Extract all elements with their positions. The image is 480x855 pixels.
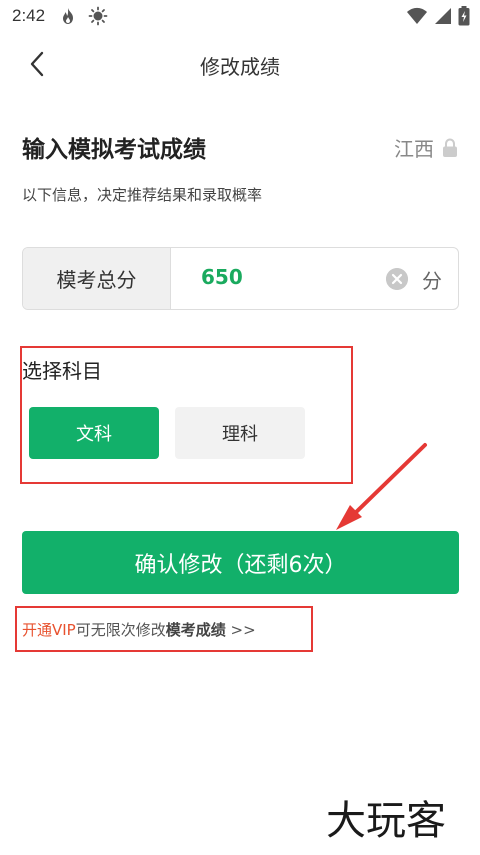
score-unit: 分 (422, 269, 442, 293)
form-heading: 输入模拟考试成绩 (22, 137, 206, 163)
vip-promo-link[interactable]: 开通VIP可无限次修改模考成绩 >> (22, 619, 256, 640)
score-input[interactable]: 650 (201, 265, 243, 289)
subject-title: 选择科目 (22, 359, 102, 383)
vip-suffix: >> (225, 621, 256, 639)
clear-icon[interactable] (386, 268, 408, 290)
flame-icon (63, 8, 73, 24)
signal-icon (435, 8, 451, 24)
region-selector: 江西 (394, 133, 458, 162)
score-input-row: 模考总分 650 分 (22, 247, 459, 310)
status-bar: 2:42 (0, 0, 480, 32)
page-title: 修改成绩 (200, 55, 280, 79)
form-subtitle: 以下信息，决定推荐结果和录取概率 (22, 186, 263, 204)
battery-icon (458, 6, 470, 26)
lock-icon (443, 137, 457, 157)
watermark-logo: 大玩客 (326, 798, 446, 844)
status-time: 2:42 (12, 6, 46, 25)
sun-icon (88, 6, 108, 26)
wifi-icon (407, 7, 427, 24)
vip-bold-text: 模考成绩 (165, 621, 226, 639)
score-label: 模考总分 (23, 248, 171, 309)
subject-option-liberal-arts[interactable]: 文科 (29, 407, 159, 459)
vip-mid-text: 可无限次修改 (75, 621, 166, 639)
confirm-button[interactable]: 确认修改（还剩6次） (22, 531, 459, 594)
watermark-text: 大玩客 (326, 798, 446, 844)
region-label: 江西 (394, 137, 434, 161)
vip-link-text[interactable]: 开通VIP (22, 621, 76, 639)
score-input-cell: 650 分 (171, 248, 458, 309)
status-icons (406, 6, 470, 26)
subject-option-science[interactable]: 理科 (175, 407, 305, 459)
